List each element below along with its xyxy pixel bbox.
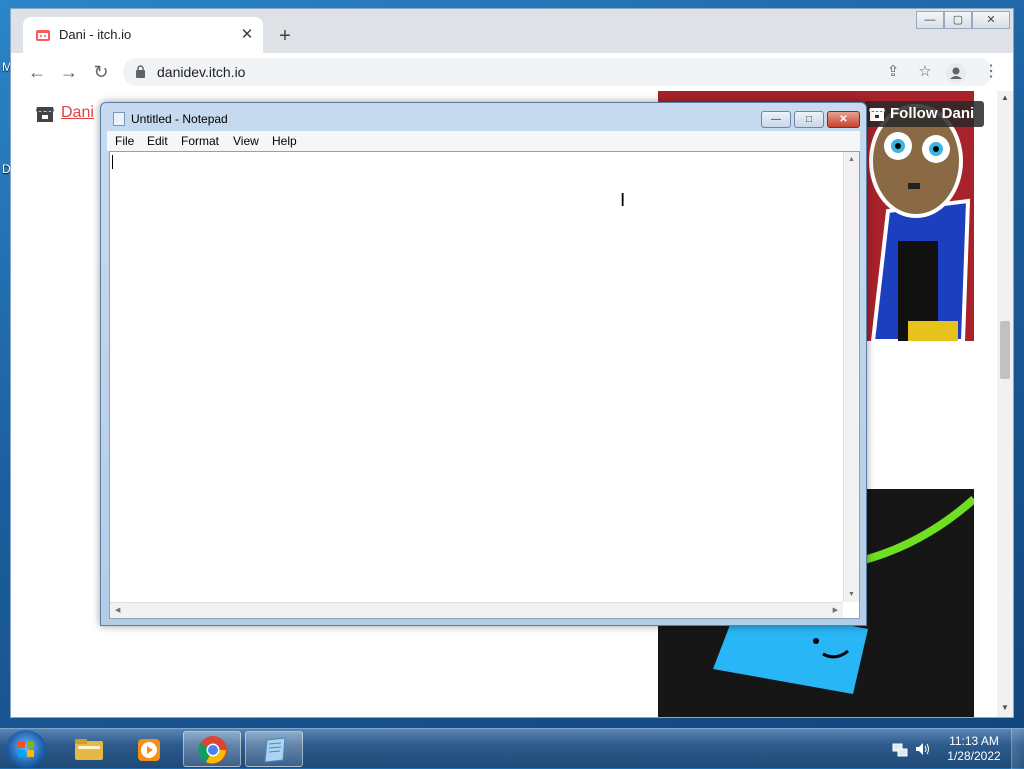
clock-date: 1/28/2022 [947, 749, 1001, 763]
show-desktop-button[interactable] [1011, 729, 1024, 769]
taskbar-media-player[interactable] [121, 731, 179, 767]
scroll-up-arrow-icon[interactable]: ▲ [997, 93, 1013, 107]
minimize-button[interactable]: — [761, 111, 791, 128]
notepad-title: Untitled - Notepad [131, 112, 228, 126]
close-window-button[interactable]: ✕ [972, 11, 1010, 29]
volume-icon[interactable] [914, 741, 932, 757]
close-tab-icon[interactable]: ✕ [237, 25, 257, 45]
menu-bar: File Edit Format View Help [107, 131, 860, 151]
tab-title: Dani - itch.io [59, 27, 132, 42]
windows-logo-icon [18, 741, 34, 757]
clock-time: 11:13 AM [949, 734, 999, 748]
taskbar-chrome[interactable] [183, 731, 241, 767]
follow-dani-button[interactable]: Follow Dani [864, 101, 984, 127]
itchio-favicon-icon [36, 30, 50, 41]
profile-avatar-icon[interactable] [946, 63, 966, 83]
forward-button[interactable]: → [57, 60, 81, 84]
notepad-icon[interactable] [113, 112, 125, 126]
url-text: danidev.itch.io [157, 64, 246, 80]
scroll-thumb[interactable] [1000, 321, 1010, 379]
itchio-logo-icon[interactable] [35, 105, 55, 123]
share-icon[interactable]: ⇪ [883, 62, 903, 82]
address-bar[interactable]: danidev.itch.io ⇪ ☆ [123, 58, 993, 86]
minimize-window-button[interactable]: — [916, 11, 944, 29]
scroll-down-arrow-icon[interactable]: ▼ [997, 703, 1013, 717]
text-cursor-icon: I [620, 190, 626, 211]
browser-toolbar: ← → ↻ danidev.itch.io ⇪ ☆ ⋮ [11, 53, 1013, 92]
taskbar: 11:13 AM 1/28/2022 [0, 728, 1024, 769]
scroll-down-arrow-icon[interactable]: ▼ [848, 591, 855, 598]
start-button[interactable] [6, 730, 46, 768]
close-button[interactable]: ✕ [827, 111, 860, 128]
follow-button-label: Follow Dani [890, 105, 975, 122]
back-button[interactable]: ← [25, 60, 49, 84]
taskbar-notepad[interactable] [245, 731, 303, 767]
text-editor-area[interactable]: ▲ ▼ ◀ ▶ [109, 151, 860, 619]
page-scrollbar[interactable]: ▲ ▼ [997, 91, 1013, 717]
maximize-window-button[interactable]: ▢ [944, 11, 972, 29]
scroll-left-arrow-icon[interactable]: ◀ [115, 606, 120, 614]
taskbar-file-explorer[interactable] [60, 731, 118, 767]
scroll-right-arrow-icon[interactable]: ▶ [833, 606, 838, 614]
tab-strip: Dani - itch.io ✕ + — ▢ ✕ [11, 9, 1013, 53]
network-icon[interactable] [892, 741, 908, 757]
vertical-scrollbar[interactable]: ▲ ▼ [843, 152, 859, 602]
menu-file[interactable]: File [115, 134, 134, 148]
itchio-logo-icon [869, 108, 885, 121]
menu-format[interactable]: Format [181, 134, 219, 148]
horizontal-scrollbar[interactable]: ◀ ▶ [110, 602, 843, 618]
menu-edit[interactable]: Edit [147, 134, 168, 148]
scroll-up-arrow-icon[interactable]: ▲ [848, 156, 855, 163]
reload-button[interactable]: ↻ [89, 60, 113, 84]
tab-dani-itch[interactable]: Dani - itch.io ✕ [23, 17, 263, 53]
chrome-icon [198, 736, 227, 764]
maximize-button[interactable]: □ [794, 111, 824, 128]
bookmark-star-icon[interactable]: ☆ [915, 62, 935, 82]
folder-icon [75, 739, 103, 760]
chrome-menu-icon[interactable]: ⋮ [983, 61, 999, 81]
notepad-icon [264, 737, 286, 763]
lock-icon[interactable] [135, 65, 146, 78]
text-caret [112, 155, 113, 169]
site-title-link[interactable]: Dani [61, 104, 94, 122]
notepad-window: Untitled - Notepad — □ ✕ File Edit Forma… [100, 102, 867, 626]
menu-help[interactable]: Help [272, 134, 297, 148]
new-tab-button[interactable]: + [273, 25, 297, 49]
system-tray: 11:13 AM 1/28/2022 [888, 729, 1024, 769]
clock[interactable]: 11:13 AM 1/28/2022 [944, 734, 1004, 764]
media-player-icon [138, 739, 160, 761]
menu-view[interactable]: View [233, 134, 259, 148]
